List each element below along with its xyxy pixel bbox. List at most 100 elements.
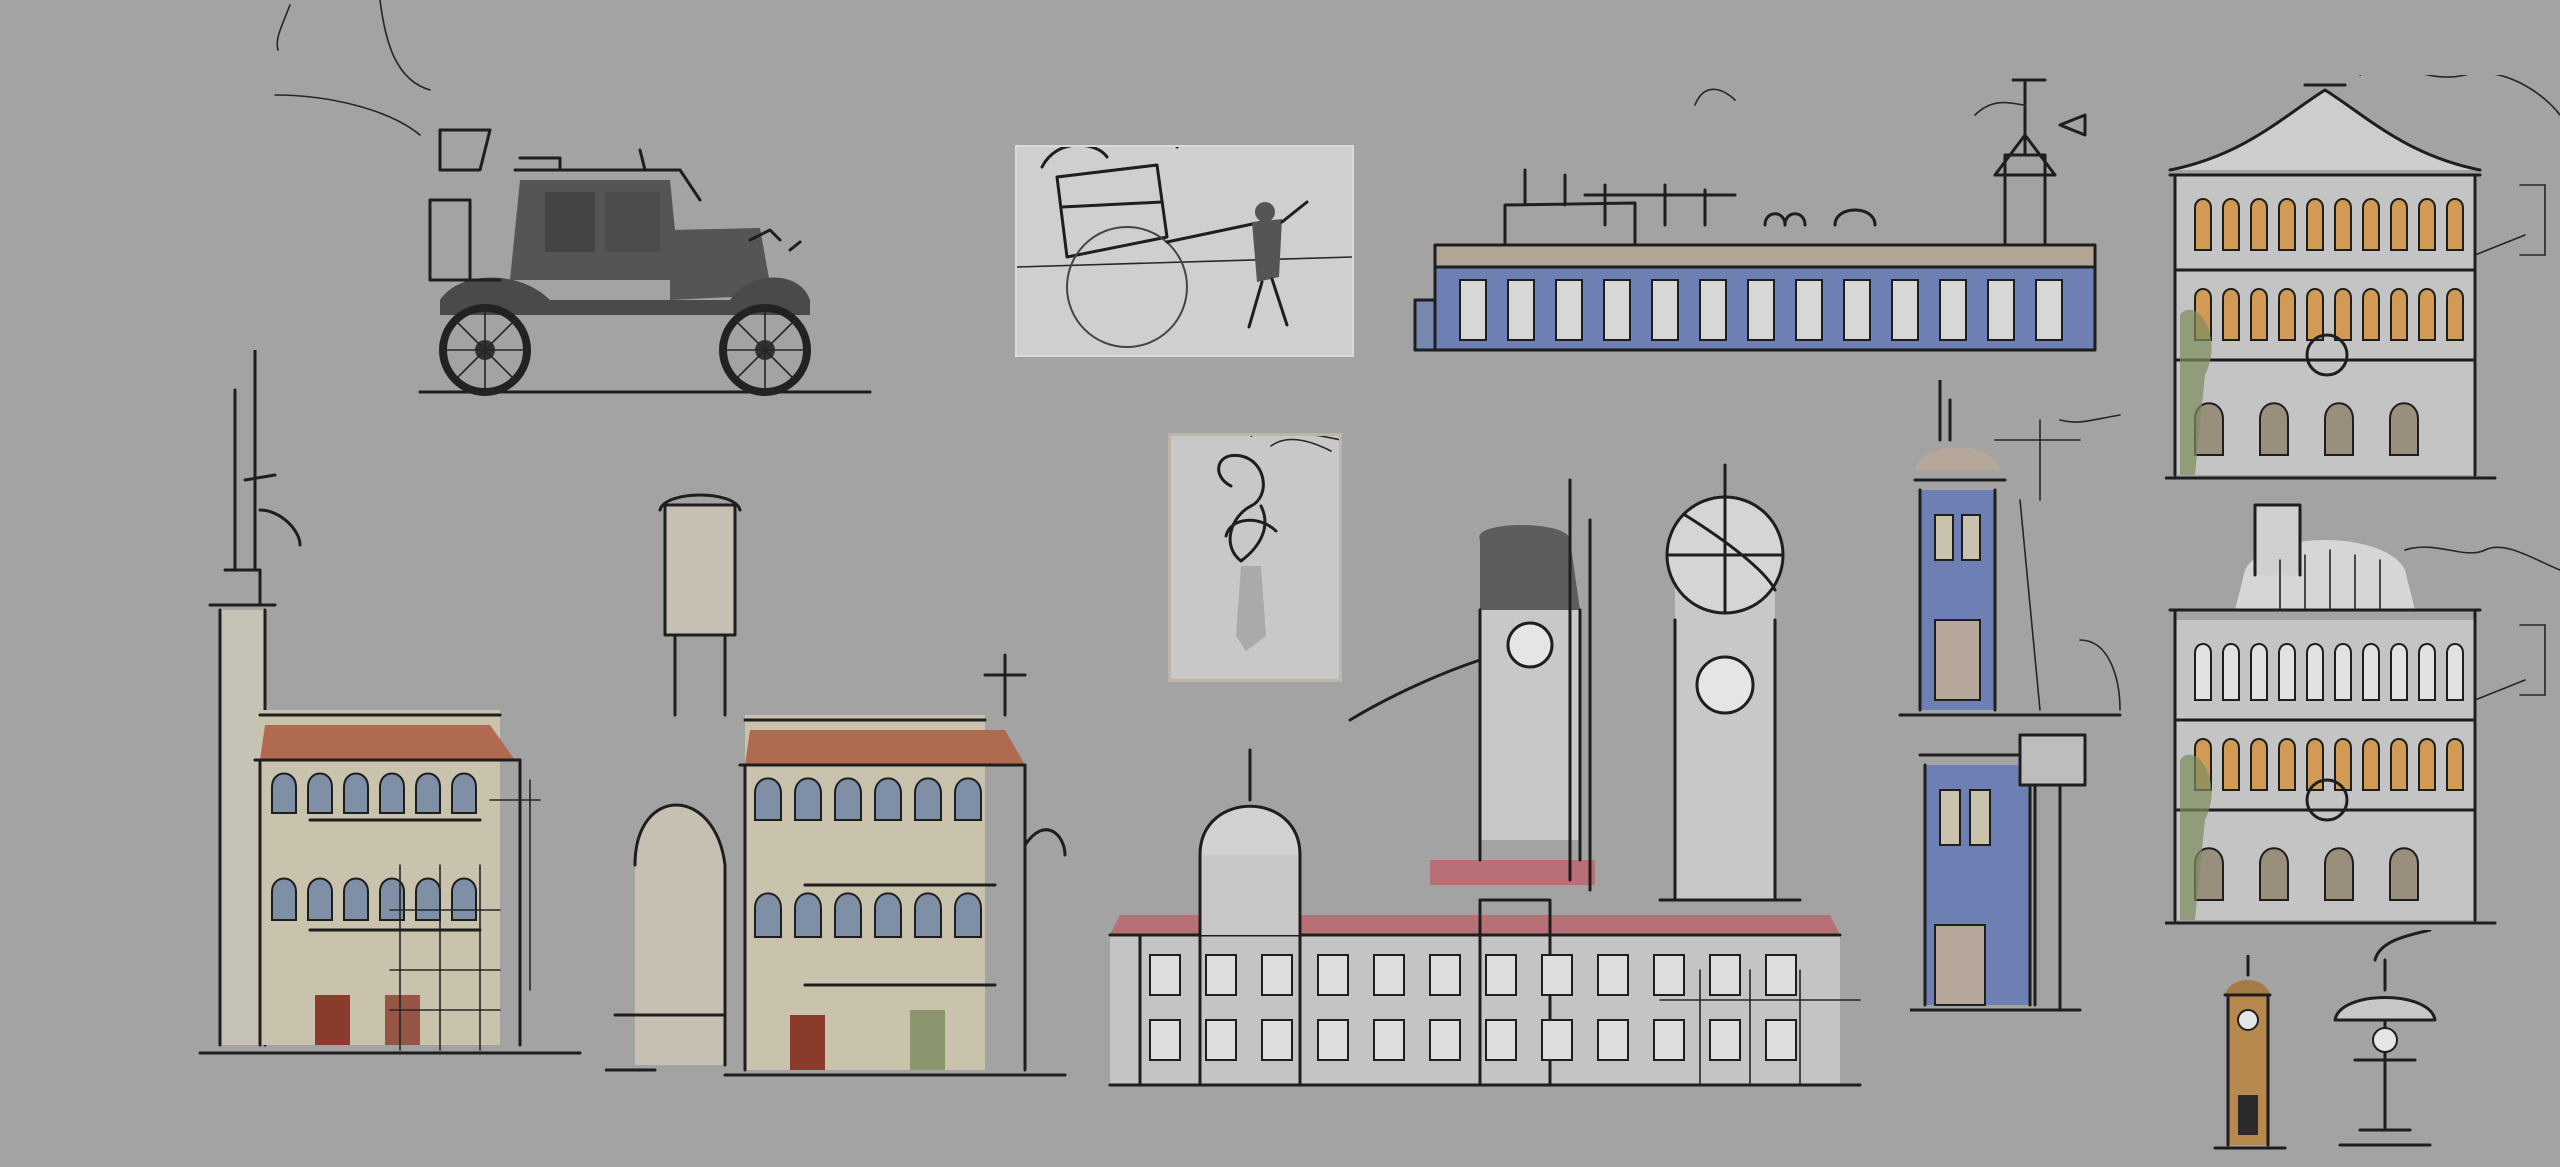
- station-window: [1541, 954, 1573, 996]
- station-window: [1205, 954, 1237, 996]
- warehouse-window: [1939, 279, 1967, 341]
- facade-window: [2278, 738, 2296, 791]
- warehouse-window: [1843, 279, 1871, 341]
- shophouse-window: [271, 877, 297, 921]
- facade-window: [2278, 643, 2296, 701]
- facade-window: [2194, 198, 2212, 251]
- facade-window: [2418, 643, 2436, 701]
- shophouse-window: [954, 777, 982, 821]
- shophouse-window: [343, 772, 369, 814]
- station-window: [1149, 1019, 1181, 1061]
- station-window: [1317, 954, 1349, 996]
- warehouse-window: [1891, 279, 1919, 341]
- shophouse-window: [834, 892, 862, 938]
- shophouse-window: [754, 777, 782, 821]
- facade-window: [2389, 847, 2419, 901]
- shophouse-window: [914, 777, 942, 821]
- facade-window: [2418, 198, 2436, 251]
- facade-window: [2222, 643, 2240, 701]
- facade-window: [2446, 288, 2464, 341]
- shophouse-window: [874, 892, 902, 938]
- station-window: [1317, 1019, 1349, 1061]
- station-window: [1709, 954, 1741, 996]
- shophouse-with-water-tower: [605, 493, 1067, 1077]
- warehouse-window: [1507, 279, 1535, 341]
- facade-window: [2250, 738, 2268, 791]
- domed-station-with-clock-towers: [1108, 463, 1862, 1087]
- facade-window: [2334, 198, 2352, 251]
- facade-window: [2259, 847, 2289, 901]
- shophouse-window: [307, 772, 333, 814]
- facade-window: [2418, 738, 2436, 791]
- facade-window: [2390, 198, 2408, 251]
- facade-window: [2324, 402, 2354, 456]
- lamp-post-kiosk: [2333, 930, 2437, 1147]
- shophouse-window: [415, 877, 441, 921]
- ornate-facade-upper: [2165, 75, 2560, 480]
- station-window: [1765, 954, 1797, 996]
- facade-window: [2362, 738, 2380, 791]
- shophouse-window: [451, 772, 477, 814]
- facade-window: [2222, 288, 2240, 341]
- facade-window: [2250, 198, 2268, 251]
- shophouse-with-chimney: [198, 350, 582, 1055]
- station-window: [1205, 1019, 1237, 1061]
- station-window: [1485, 1019, 1517, 1061]
- station-window: [1709, 1019, 1741, 1061]
- long-blue-warehouse: [1413, 78, 2097, 352]
- blue-turret-tower-upper: [1898, 380, 2122, 717]
- shophouse-window: [954, 892, 982, 938]
- facade-window: [2250, 643, 2268, 701]
- warehouse-window: [1651, 279, 1679, 341]
- warehouse-window: [1699, 279, 1727, 341]
- facade-window: [2222, 738, 2240, 791]
- station-window: [1765, 1019, 1797, 1061]
- station-window: [1653, 1019, 1685, 1061]
- concept-art-board: [0, 0, 2560, 1167]
- facade-window: [2390, 288, 2408, 341]
- facade-window: [2306, 198, 2324, 251]
- facade-window: [2389, 402, 2419, 456]
- warehouse-window: [1987, 279, 2015, 341]
- facade-window: [2194, 643, 2212, 701]
- facade-window: [2362, 288, 2380, 341]
- warehouse-window: [1747, 279, 1775, 341]
- facade-window: [2362, 198, 2380, 251]
- warehouse-window: [1555, 279, 1583, 341]
- warehouse-window: [1603, 279, 1631, 341]
- rickshaw-reference: [1015, 145, 1354, 357]
- shophouse-window: [794, 777, 822, 821]
- shophouse-window: [343, 877, 369, 921]
- shophouse-window: [415, 772, 441, 814]
- blue-turret-tower-lower: [1910, 733, 2087, 1012]
- facade-window: [2306, 643, 2324, 701]
- warehouse-window: [1459, 279, 1487, 341]
- station-window: [1373, 954, 1405, 996]
- facade-window: [2334, 643, 2352, 701]
- facade-window: [2278, 198, 2296, 251]
- facade-window: [2222, 198, 2240, 251]
- station-window: [1485, 954, 1517, 996]
- facade-window: [2446, 198, 2464, 251]
- shophouse-window: [794, 892, 822, 938]
- station-window: [1541, 1019, 1573, 1061]
- shophouse-window: [307, 877, 333, 921]
- facade-window: [2324, 847, 2354, 901]
- facade-window: [2390, 738, 2408, 791]
- shophouse-window: [271, 772, 297, 814]
- station-window: [1597, 954, 1629, 996]
- shophouse-window: [451, 877, 477, 921]
- facade-window: [2362, 643, 2380, 701]
- shophouse-window: [379, 772, 405, 814]
- facade-window: [2446, 738, 2464, 791]
- station-window: [1149, 954, 1181, 996]
- shophouse-window: [874, 777, 902, 821]
- small-clock-kiosk: [2213, 955, 2287, 1150]
- facade-window: [2446, 643, 2464, 701]
- station-window: [1429, 954, 1461, 996]
- station-window: [1653, 954, 1685, 996]
- facade-window: [2306, 288, 2324, 341]
- facade-window: [2250, 288, 2268, 341]
- facade-window: [2390, 643, 2408, 701]
- facade-window: [2278, 288, 2296, 341]
